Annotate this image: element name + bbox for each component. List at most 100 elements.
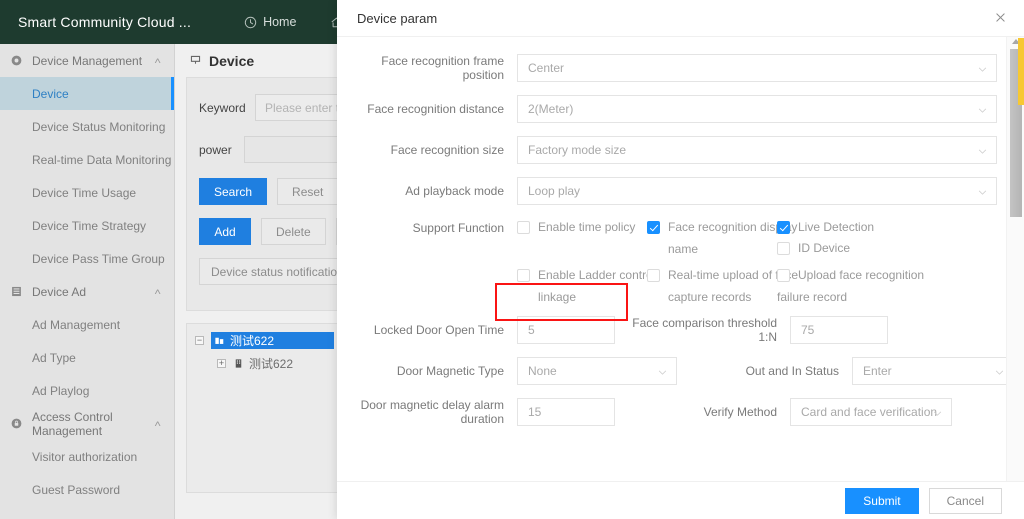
sidebar-group-label: Access Control Management	[32, 410, 155, 438]
support-function-block: Support Function Enable time policy Face…	[337, 220, 1006, 316]
close-icon[interactable]	[993, 11, 1008, 26]
sidebar-item-ad-management[interactable]: Ad Management	[0, 308, 174, 341]
tree-node-root-label: 测试622	[230, 332, 274, 349]
tree-expand-icon[interactable]: +	[217, 359, 226, 368]
reset-button[interactable]: Reset	[277, 178, 338, 205]
chevron-down-icon	[978, 186, 987, 195]
field-ad-playback-mode: Ad playback mode Loop play	[337, 177, 1006, 205]
field-label: Door magnetic delay alarm duration	[337, 398, 517, 426]
checkbox-face-recognition-display[interactable]: Face recognition display	[647, 220, 777, 241]
sidebar-item-label: Device Pass Time Group	[32, 252, 165, 266]
field-input[interactable]: 15	[517, 398, 615, 426]
chevron-up-icon: ˄	[154, 419, 161, 429]
sidebar-item-label: Real-time Data Monitoring	[32, 153, 171, 167]
sidebar-item-label: Device Time Strategy	[32, 219, 146, 233]
checkbox-continuation-capture-records: capture records	[647, 289, 777, 316]
row-door-magnetic-delay-alarm-duration: Door magnetic delay alarm duration 15 Ve…	[337, 398, 1006, 426]
field-face-comparison-threshold: Face comparison threshold 1:N 75	[615, 316, 888, 344]
device-icon	[189, 54, 202, 67]
field-label: Face recognition size	[337, 143, 517, 157]
cancel-button[interactable]: Cancel	[929, 488, 1002, 514]
search-button[interactable]: Search	[199, 178, 267, 205]
checkbox-box[interactable]	[517, 221, 530, 234]
sidebar-item-visitor-authorization[interactable]: Visitor authorization	[0, 440, 174, 473]
field-label: Face recognition frame position	[337, 54, 517, 82]
field-select[interactable]: Card and face verification	[790, 398, 952, 426]
field-select[interactable]: Enter	[852, 357, 1006, 385]
sidebar-group-device-ad[interactable]: Device Ad ˄	[0, 275, 174, 308]
sidebar-item-device-time-usage[interactable]: Device Time Usage	[0, 176, 174, 209]
nav-item-home[interactable]: Home	[227, 15, 313, 29]
field-face-recognition-size: Face recognition size Factory mode size	[337, 136, 1006, 164]
field-value: Center	[528, 61, 564, 75]
chevron-down-icon	[933, 407, 942, 416]
modal-header: Device param	[337, 0, 1024, 37]
checkbox-upload-face-recognition[interactable]: Upload face recognition	[777, 268, 937, 289]
field-value: Card and face verification	[801, 405, 937, 419]
checkbox-id-device[interactable]: ID Device	[777, 241, 937, 262]
clock-icon	[244, 16, 257, 29]
device-param-modal: Device param Face recognition frame posi…	[337, 0, 1024, 519]
sidebar-item-label: Guest Password	[32, 483, 120, 497]
checkbox-real-time-upload-of-face[interactable]: Real-time upload of face	[647, 268, 777, 289]
sidebar-item-device-status-monitoring[interactable]: Device Status Monitoring	[0, 110, 174, 143]
checkbox-box[interactable]	[647, 269, 660, 282]
chevron-down-icon	[978, 104, 987, 113]
sidebar-item-label: Ad Management	[32, 318, 120, 332]
modal-footer: Submit Cancel	[337, 481, 1024, 519]
field-input[interactable]: 75	[790, 316, 888, 344]
sidebar-item-device-pass-time-group[interactable]: Device Pass Time Group	[0, 242, 174, 275]
field-select[interactable]: Loop play	[517, 177, 997, 205]
sidebar-item-real-time-data-monitoring[interactable]: Real-time Data Monitoring	[0, 143, 174, 176]
sidebar-item-device[interactable]: Device	[0, 77, 174, 110]
checkbox-box[interactable]	[647, 221, 660, 234]
checkbox-live-detection[interactable]: Live Detection	[777, 220, 937, 241]
field-out-and-in-status: Out and In Status Enter	[677, 357, 1006, 385]
app-root: Smart Community Cloud ... Home Community	[0, 0, 1024, 519]
checkbox-box[interactable]	[777, 242, 790, 255]
field-select[interactable]: Factory mode size	[517, 136, 997, 164]
field-select[interactable]: 2(Meter)	[517, 95, 997, 123]
field-select[interactable]: Center	[517, 54, 997, 82]
chevron-up-icon: ˄	[154, 56, 161, 66]
field-value: 2(Meter)	[528, 102, 573, 116]
checkbox-continuation-empty	[517, 241, 647, 268]
field-locked-door-open-time: Locked Door Open Time 5	[337, 316, 615, 344]
sidebar-item-label: Visitor authorization	[32, 450, 137, 464]
checkbox-continuation-linkage: linkage	[517, 289, 647, 316]
chevron-down-icon	[658, 366, 667, 375]
field-input[interactable]: 5	[517, 316, 615, 344]
field-verify-method: Verify Method Card and face verification	[615, 398, 952, 426]
sidebar-item-label: Device	[32, 87, 69, 101]
sidebar-item-label: Ad Type	[32, 351, 76, 365]
row-locked-door-open-time: Locked Door Open Time 5 Face comparison …	[337, 316, 1006, 344]
checkbox-enable-time-policy[interactable]: Enable time policy	[517, 220, 647, 241]
tree-collapse-icon[interactable]: −	[195, 336, 204, 345]
submit-button[interactable]: Submit	[845, 488, 918, 514]
field-label: Door Magnetic Type	[337, 364, 517, 378]
delete-button[interactable]: Delete	[261, 218, 326, 245]
sidebar-item-ad-playlog[interactable]: Ad Playlog	[0, 374, 174, 407]
sidebar-item-guest-password[interactable]: Guest Password	[0, 473, 174, 506]
checkbox-box[interactable]	[777, 269, 790, 282]
page-scrollbar-indicator[interactable]	[1018, 38, 1024, 105]
field-door-magnetic-type: Door Magnetic Type None	[337, 357, 677, 385]
checkbox-label: Enable Ladder control	[538, 268, 655, 283]
sidebar-group-device-management[interactable]: Device Management ˄	[0, 44, 174, 77]
checkbox-box[interactable]	[777, 221, 790, 234]
field-select[interactable]: None	[517, 357, 677, 385]
add-button[interactable]: Add	[199, 218, 251, 245]
checkbox-label: Upload face recognition	[798, 268, 924, 283]
checkbox-continuation-failure-record: failure record	[777, 289, 937, 316]
field-label: Verify Method	[615, 405, 790, 419]
sidebar-item-ad-type[interactable]: Ad Type	[0, 341, 174, 374]
field-door-magnetic-delay-alarm-duration: Door magnetic delay alarm duration 15	[337, 398, 615, 426]
checkbox-label: ID Device	[798, 241, 850, 256]
field-face-recognition-frame-position: Face recognition frame position Center	[337, 54, 1006, 82]
checkbox-enable-ladder-control[interactable]: Enable Ladder control	[517, 268, 647, 289]
sidebar-item-device-time-strategy[interactable]: Device Time Strategy	[0, 209, 174, 242]
sidebar-group-access-control-management[interactable]: Access Control Management ˄	[0, 407, 174, 440]
tree-node-root-selected[interactable]: 测试622	[211, 332, 334, 349]
checkbox-box[interactable]	[517, 269, 530, 282]
row-door-magnetic-type: Door Magnetic Type None Out and In Statu…	[337, 357, 1006, 385]
